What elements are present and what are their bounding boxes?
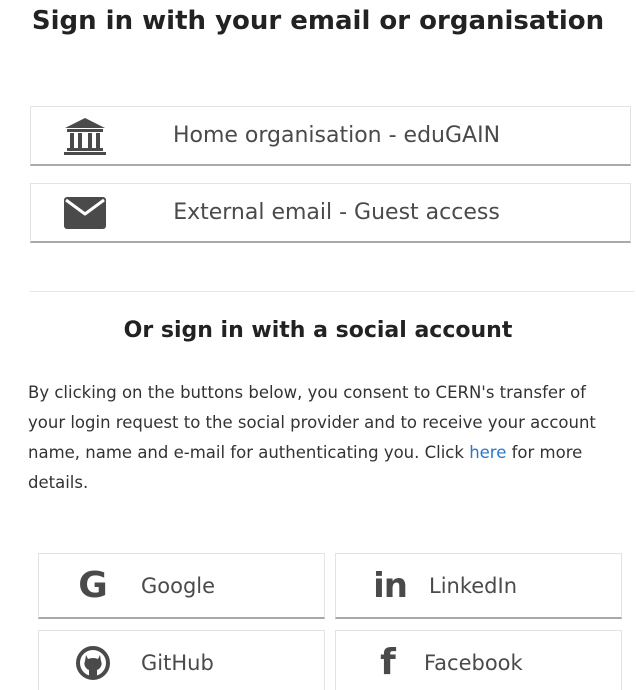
- guest-access-label: External email - Guest access: [173, 200, 500, 225]
- page-title: Sign in with your email or organisation: [31, 6, 605, 36]
- linkedin-label: LinkedIn: [429, 574, 518, 598]
- facebook-button[interactable]: f Facebook: [335, 630, 622, 690]
- facebook-label: Facebook: [424, 651, 523, 675]
- social-heading: Or sign in with a social account: [123, 318, 513, 343]
- facebook-icon: f: [380, 642, 396, 683]
- google-icon: G: [78, 565, 108, 606]
- github-icon: [73, 645, 113, 681]
- linkedin-icon: in: [373, 566, 408, 606]
- consent-text: By clicking on the buttons below, you co…: [28, 378, 618, 498]
- guest-access-button[interactable]: External email - Guest access: [30, 183, 631, 243]
- home-organisation-label: Home organisation - eduGAIN: [172, 123, 501, 148]
- google-label: Google: [141, 574, 216, 598]
- github-button[interactable]: GitHub: [38, 630, 325, 690]
- more-details-link[interactable]: here: [469, 443, 506, 462]
- linkedin-button[interactable]: in LinkedIn: [335, 553, 622, 619]
- home-organisation-button[interactable]: Home organisation - eduGAIN: [30, 106, 631, 166]
- github-label: GitHub: [141, 651, 214, 675]
- google-button[interactable]: G Google: [38, 553, 325, 619]
- section-divider: [30, 291, 634, 292]
- login-page: Sign in with your email or organisation …: [0, 0, 636, 690]
